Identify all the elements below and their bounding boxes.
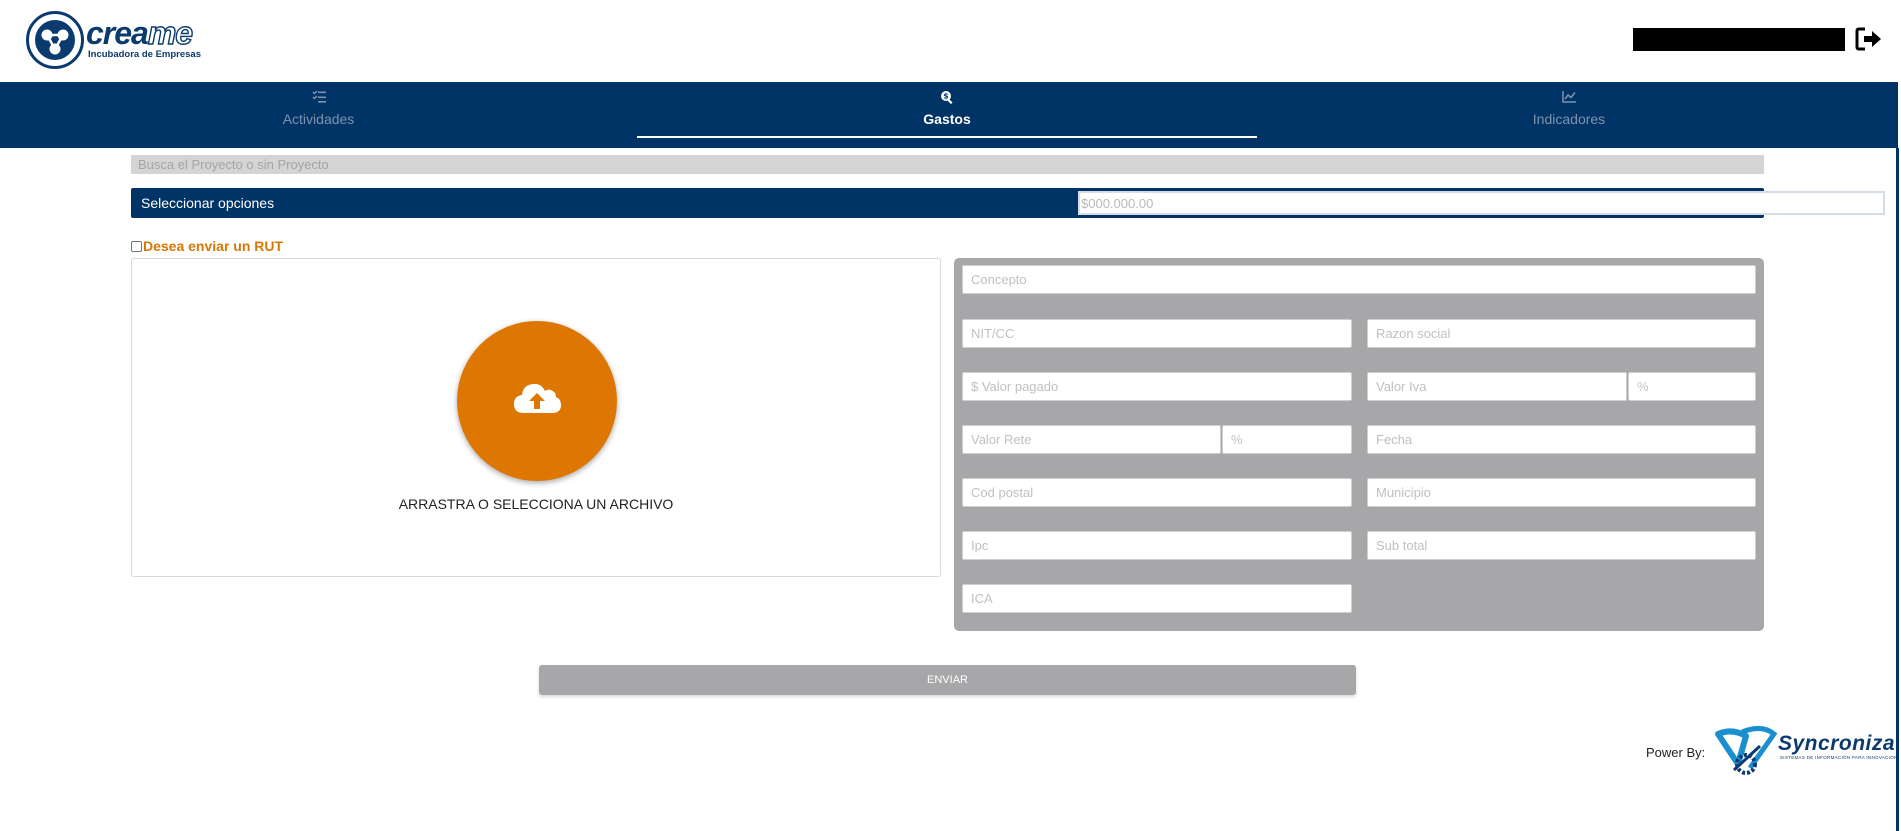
syncroniza-wordmark: Syncroniza bbox=[1778, 732, 1896, 755]
rete-percent-input[interactable] bbox=[1222, 425, 1352, 454]
sub-total-input[interactable] bbox=[1367, 531, 1756, 560]
logo-wordmark: creame bbox=[86, 15, 194, 51]
concepto-input[interactable] bbox=[962, 265, 1756, 294]
razon-social-input[interactable] bbox=[1367, 319, 1756, 348]
ica-input[interactable] bbox=[962, 584, 1352, 613]
nit-input[interactable] bbox=[962, 319, 1352, 348]
cod-postal-input[interactable] bbox=[962, 478, 1352, 507]
upload-button[interactable] bbox=[457, 321, 617, 481]
logout-icon[interactable] bbox=[1855, 26, 1883, 52]
dropzone-text: ARRASTRA O SELECCIONA UN ARCHIVO bbox=[398, 496, 674, 512]
search-dollar-icon: $ bbox=[637, 90, 1257, 106]
options-select[interactable]: Seleccionar opciones bbox=[131, 188, 1885, 218]
options-select-label: Seleccionar opciones bbox=[141, 195, 275, 211]
ipc-input[interactable] bbox=[962, 531, 1352, 560]
creame-logo-mark bbox=[26, 11, 84, 69]
tab-indicadores[interactable]: Indicadores bbox=[1257, 82, 1881, 148]
rut-checkbox[interactable] bbox=[131, 241, 142, 252]
tab-gastos[interactable]: $ Gastos bbox=[637, 82, 1257, 148]
valor-rete-input[interactable] bbox=[962, 425, 1221, 454]
power-by-label: Power By: bbox=[1646, 745, 1706, 760]
amount-input[interactable] bbox=[1078, 191, 1885, 215]
cloud-upload-icon bbox=[514, 383, 561, 413]
app-header: creame Incubadora de Empresas bbox=[0, 0, 1901, 82]
user-name-redacted bbox=[1633, 28, 1845, 51]
tab-gastos-label: Gastos bbox=[923, 111, 971, 127]
rut-checkbox-label[interactable]: Desea enviar un RUT bbox=[143, 238, 283, 254]
municipio-input[interactable] bbox=[1367, 478, 1756, 507]
iva-percent-input[interactable] bbox=[1628, 372, 1756, 401]
valor-pagado-input[interactable] bbox=[962, 372, 1352, 401]
creame-logo[interactable]: creame Incubadora de Empresas bbox=[26, 11, 206, 69]
valor-iva-input[interactable] bbox=[1367, 372, 1627, 401]
project-search-input[interactable] bbox=[131, 155, 1764, 174]
syncroniza-logo: Syncroniza SISTEMAS DE INFORMACIÓN PARA … bbox=[1712, 724, 1901, 780]
file-dropzone[interactable]: ARRASTRA O SELECCIONA UN ARCHIVO bbox=[131, 258, 941, 577]
syncroniza-tagline: SISTEMAS DE INFORMACIÓN PARA INNOVACIÓN bbox=[1780, 755, 1898, 760]
logo-subtitle: Incubadora de Empresas bbox=[88, 49, 201, 60]
tab-actividades-label: Actividades bbox=[282, 111, 355, 127]
main-nav: Actividades $ Gastos Indicadores bbox=[0, 82, 1898, 148]
chart-line-icon bbox=[1257, 90, 1881, 106]
tab-actividades[interactable]: Actividades bbox=[0, 82, 637, 148]
tab-indicadores-label: Indicadores bbox=[1532, 111, 1606, 127]
logo-word-crea: crea bbox=[86, 15, 149, 51]
logo-word-me: me bbox=[147, 15, 194, 51]
svg-text:$: $ bbox=[943, 92, 948, 101]
fecha-input[interactable] bbox=[1367, 425, 1756, 454]
expense-form-panel bbox=[954, 258, 1764, 631]
send-button[interactable]: ENVIAR bbox=[539, 665, 1356, 695]
list-check-icon bbox=[0, 90, 637, 106]
